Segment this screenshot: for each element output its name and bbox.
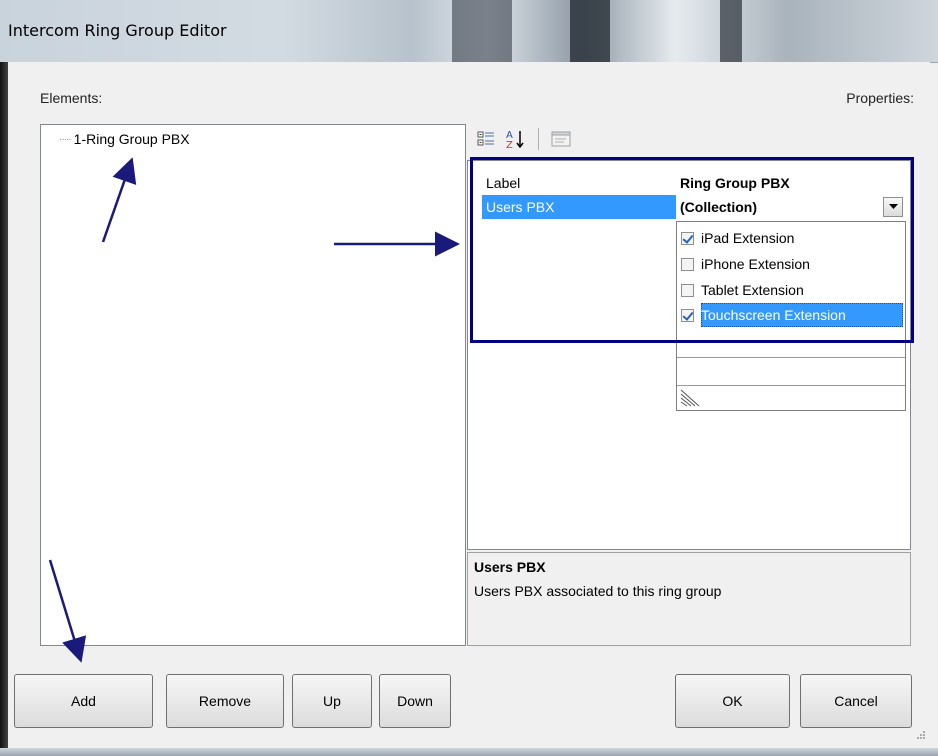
arrow-to-add-button: [48, 559, 87, 663]
dialog-window: Intercom Ring Group Editor Elements: Pro…: [0, 0, 938, 756]
option-label: Touchscreen Extension: [701, 307, 846, 323]
checkbox[interactable]: [681, 308, 694, 322]
arrow-to-tree-item: [101, 157, 137, 243]
annotation-arrows: [48, 157, 460, 663]
